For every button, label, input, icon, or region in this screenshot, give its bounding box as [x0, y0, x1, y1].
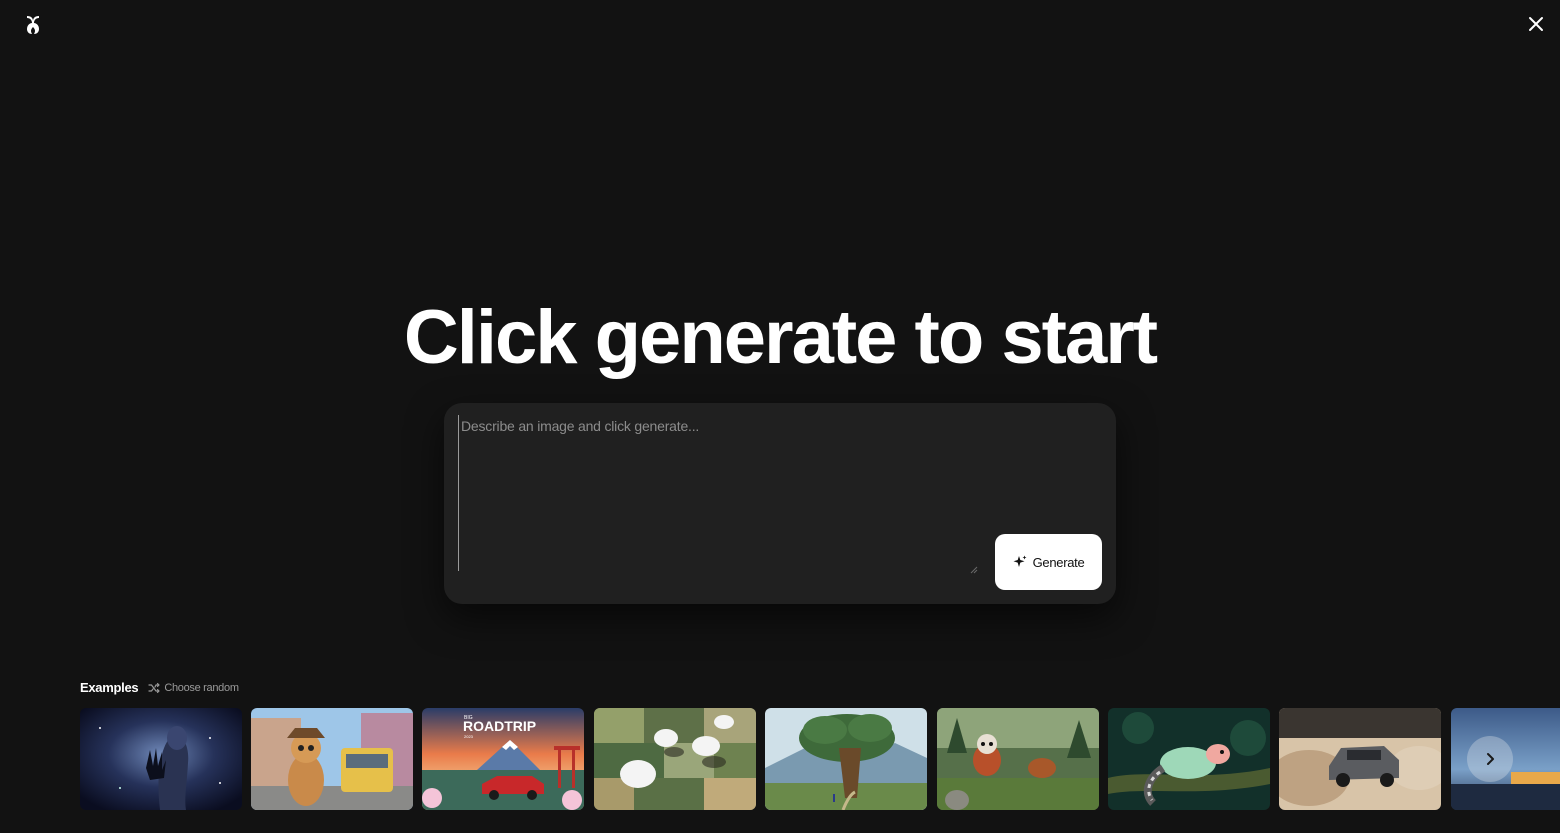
page-title: Click generate to start	[403, 295, 1158, 380]
choose-random-button[interactable]: Choose random	[148, 681, 239, 694]
example-thumb-mint-panda[interactable]	[1108, 708, 1270, 810]
example-thumb-roadtrip-poster[interactable]: BIG ROADTRIP 2023	[422, 708, 584, 810]
resize-handle-icon[interactable]	[968, 561, 978, 574]
generate-button[interactable]: Generate	[995, 534, 1102, 590]
roadtrip-small-bottom: 2023	[464, 734, 474, 739]
carousel-next-button[interactable]	[1467, 736, 1513, 782]
example-thumb-cosmic-figure[interactable]	[80, 708, 242, 810]
close-button[interactable]	[1524, 12, 1548, 36]
generate-label: Generate	[1032, 554, 1085, 570]
shuffle-icon	[148, 682, 160, 693]
examples-title: Examples	[80, 680, 139, 695]
prompt-input[interactable]	[458, 415, 978, 571]
chevron-right-icon	[1487, 753, 1494, 765]
example-thumb-big-tree[interactable]	[765, 708, 927, 810]
example-thumb-cartoon-cat[interactable]	[251, 708, 413, 810]
examples-header: Examples Choose random	[80, 680, 239, 695]
sparkle-icon	[1013, 555, 1027, 567]
examples-carousel: BIG ROADTRIP 2023	[80, 708, 1560, 810]
roadtrip-title: ROADTRIP	[463, 718, 536, 734]
close-icon	[1529, 17, 1543, 31]
krea-logo-icon[interactable]	[24, 15, 42, 35]
image-generator-page: Click generate to start Generate Example…	[0, 0, 1560, 833]
example-thumb-clouds-fields[interactable]	[594, 708, 756, 810]
choose-random-label: Choose random	[164, 681, 239, 694]
example-thumb-rally-car[interactable]	[1279, 708, 1441, 810]
example-thumb-red-panda-forest[interactable]	[937, 708, 1099, 810]
prompt-panel: Generate	[444, 403, 1116, 604]
